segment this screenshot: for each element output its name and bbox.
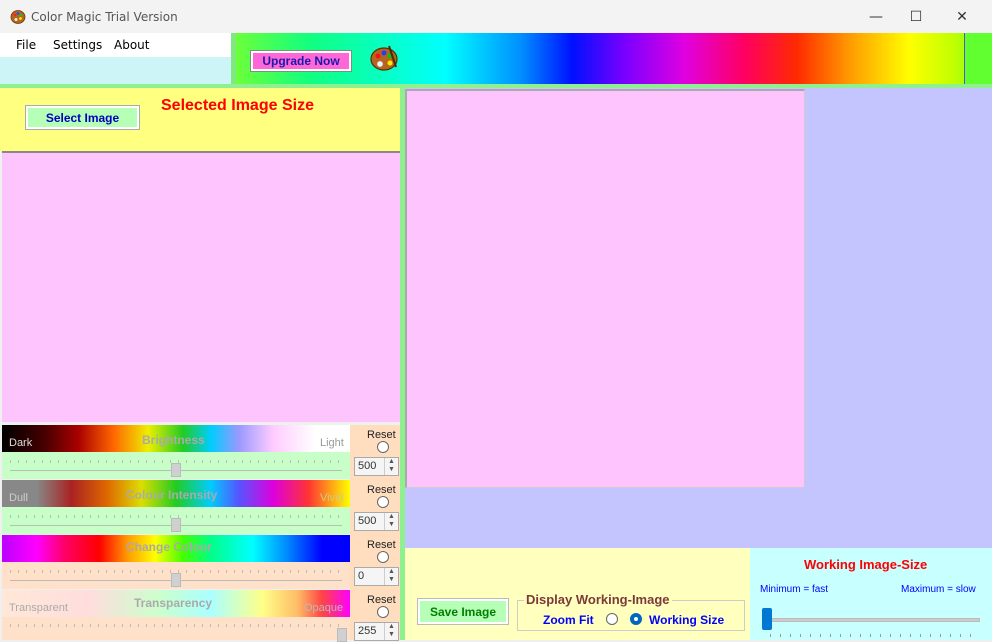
change-colour-reset-radio[interactable] — [377, 551, 389, 563]
selected-image-preview — [2, 151, 400, 422]
rainbow-banner-end — [964, 33, 992, 84]
brightness-max-label: Light — [320, 437, 344, 449]
zoom-fit-label: Zoom Fit — [543, 613, 594, 627]
close-button[interactable]: ✕ — [939, 0, 985, 33]
brightness-reset-radio[interactable] — [377, 441, 389, 453]
transparency-ticks — [10, 624, 342, 627]
minimum-label: Minimum = fast — [760, 584, 829, 595]
display-working-image-title: Display Working-Image — [524, 592, 672, 607]
working-image-size-ticks — [770, 634, 976, 637]
colour-intensity-slider-thumb[interactable] — [171, 518, 181, 532]
menu-file[interactable]: File — [16, 38, 36, 52]
change-colour-slider-thumb[interactable] — [171, 573, 181, 587]
colour-intensity-value-spinner[interactable]: 500 ▲ ▼ — [354, 512, 399, 531]
menu-settings[interactable]: Settings — [53, 38, 102, 52]
upgrade-now-button[interactable]: Upgrade Now — [250, 50, 352, 72]
transparency-reset-label: Reset — [367, 594, 396, 606]
spinner-arrows-icon[interactable]: ▲ ▼ — [384, 568, 398, 585]
transparency-max-label: Opaque — [304, 602, 344, 614]
brightness-min-label: Dark — [9, 437, 33, 449]
maximize-button[interactable]: ☐ — [893, 0, 939, 33]
change-colour-reset-label: Reset — [367, 539, 396, 551]
transparency-value: 255 — [358, 625, 377, 637]
spinner-arrows-icon[interactable]: ▲ ▼ — [384, 458, 398, 475]
colour-intensity-value: 500 — [358, 515, 377, 527]
transparency-value-spinner[interactable]: 255 ▲ ▼ — [354, 622, 399, 641]
transparency-min-label: Transparent — [9, 602, 68, 614]
working-size-label: Working Size — [649, 613, 725, 627]
palette-icon — [370, 45, 398, 71]
colour-intensity-reset-radio[interactable] — [377, 496, 389, 508]
select-image-button[interactable]: Select Image — [25, 105, 140, 130]
working-image-canvas — [405, 89, 805, 488]
working-image-size-title: Working Image-Size — [804, 557, 928, 572]
menu-about[interactable]: About — [114, 38, 149, 52]
window-title: Color Magic Trial Version — [31, 10, 178, 24]
working-image-size-slider-thumb[interactable] — [762, 608, 772, 630]
zoom-fit-radio[interactable] — [606, 613, 618, 625]
save-image-button[interactable]: Save Image — [417, 598, 509, 625]
change-colour-title: Change Colour — [126, 540, 212, 554]
colour-intensity-reset-label: Reset — [367, 484, 396, 496]
transparency-reset-radio[interactable] — [377, 606, 389, 618]
working-image-size-track — [764, 618, 980, 622]
working-size-radio[interactable] — [630, 613, 642, 625]
colour-intensity-title: Colour Intensity — [126, 488, 218, 502]
brightness-slider-thumb[interactable] — [171, 463, 181, 477]
transparency-title: Transparency — [134, 596, 213, 610]
brightness-reset-label: Reset — [367, 429, 396, 441]
brightness-value-spinner[interactable]: 500 ▲ ▼ — [354, 457, 399, 476]
brightness-title: Brightness — [142, 433, 205, 447]
change-colour-value-spinner[interactable]: 0 ▲ ▼ — [354, 567, 399, 586]
palette-icon — [10, 10, 26, 24]
selected-image-size-label: Selected Image Size — [161, 97, 314, 114]
spinner-arrows-icon[interactable]: ▲ ▼ — [384, 623, 398, 640]
brightness-value: 500 — [358, 460, 377, 472]
transparency-track-bg — [2, 617, 350, 640]
colour-intensity-min-label: Dull — [9, 492, 28, 504]
maximum-label: Maximum = slow — [901, 584, 976, 595]
spinner-arrows-icon[interactable]: ▲ ▼ — [384, 513, 398, 530]
colour-intensity-max-label: Vivid — [320, 492, 344, 504]
change-colour-value: 0 — [358, 570, 365, 582]
menu-under-strip — [0, 57, 231, 84]
